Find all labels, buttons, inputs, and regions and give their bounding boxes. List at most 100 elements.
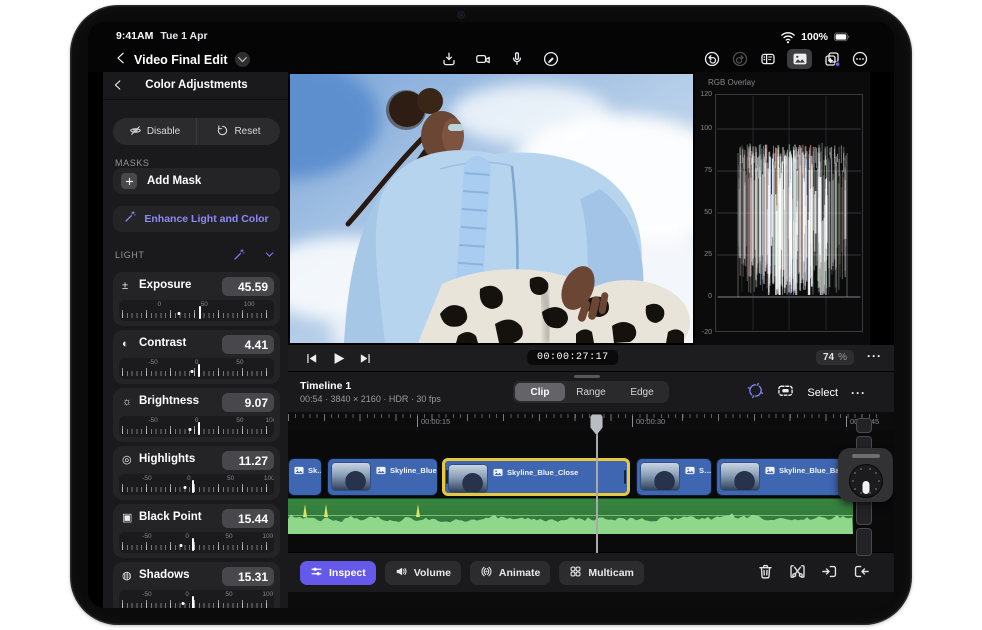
slider-value[interactable]: 4.41 (222, 335, 274, 354)
slider-ruler-brightness[interactable]: -50050100 (119, 416, 274, 437)
delete-icon[interactable] (757, 563, 774, 585)
blade-icon[interactable] (789, 563, 806, 585)
skip-back-button[interactable] (304, 351, 319, 366)
animate-button[interactable]: Animate (470, 561, 550, 585)
pencil-icon[interactable] (542, 50, 559, 67)
ruler-label: 00:00:30 (632, 416, 665, 427)
ruler-tick-label: 100 (264, 475, 274, 482)
slider-value[interactable]: 45.59 (222, 277, 274, 296)
slider-name: Shadows (139, 569, 189, 581)
multicam-button[interactable]: Multicam (559, 561, 644, 585)
overwrite-icon[interactable] (853, 563, 870, 585)
highlights-icon: ◎ (122, 454, 132, 466)
clip-overview-icon[interactable] (777, 382, 794, 404)
timeline-ruler[interactable]: 00:00:1500:00:3000:00:45 (288, 412, 888, 430)
timeline-resize-handle[interactable] (574, 375, 600, 378)
slider-value[interactable]: 15.44 (222, 509, 274, 528)
slider-ruler-shadows[interactable]: -50050100 (119, 590, 274, 608)
back-button[interactable] (114, 51, 128, 67)
scrollbar-segment[interactable] (856, 528, 872, 556)
project-title-label: Video Final Edit (134, 53, 228, 67)
ruler-tick-label: 100 (262, 591, 273, 598)
mode-clip[interactable]: Clip (515, 383, 565, 401)
light-auto-wand-icon[interactable] (233, 248, 246, 266)
slider-ruler-highlights[interactable]: -50050100 (119, 474, 274, 495)
play-button[interactable] (330, 350, 347, 367)
clip-skyline-blue-backgrou[interactable]: Skyline_Blue_Backgrou (716, 458, 852, 496)
default-marker (178, 312, 181, 315)
mode-range[interactable]: Range (566, 383, 616, 401)
skip-forward-button[interactable] (358, 351, 373, 366)
color-adjustments-panel[interactable]: Color Adjustments Disable Reset MASKS Ad… (103, 72, 290, 608)
timeline-more-button[interactable]: ··· (851, 386, 866, 400)
wifi-icon (779, 28, 796, 45)
inspect-button[interactable]: Inspect (300, 561, 376, 585)
ipad-device: 9:41AMTue 1 Apr 100% Video Final Edit Co… (70, 5, 912, 625)
redo-icon[interactable] (731, 51, 748, 68)
inspector-icon[interactable] (759, 51, 776, 68)
value-marker (192, 538, 194, 551)
clock: 9:41AMTue 1 Apr (116, 30, 208, 42)
select-button[interactable]: Select (807, 387, 838, 399)
more-icon[interactable] (851, 51, 868, 68)
edit-actions (757, 563, 870, 585)
ruler-major-ticks (288, 414, 882, 421)
slider-value[interactable]: 15.31 (222, 567, 274, 586)
disable-button[interactable]: Disable (113, 118, 197, 145)
viewer-zoom-control[interactable]: 74% (816, 350, 854, 365)
ruler-tick-label: -50 (142, 475, 151, 482)
camera-icon[interactable] (474, 50, 491, 67)
trim-handle-left[interactable] (446, 470, 448, 484)
slider-ruler-contrast[interactable]: -50050 (119, 358, 274, 379)
add-mask-button[interactable]: Add Mask (113, 168, 280, 194)
volume-button[interactable]: Volume (385, 561, 461, 585)
ruler-tick-label: -50 (148, 359, 157, 366)
mic-icon[interactable] (508, 50, 525, 67)
slider-ruler-black-point[interactable]: -50050100 (119, 532, 274, 553)
enhance-light-color-button[interactable]: Enhance Light and Color (113, 206, 280, 232)
timecode-display[interactable]: 00:00:27:17 (527, 350, 619, 365)
project-title[interactable]: Video Final Edit (134, 52, 250, 67)
video-viewer[interactable] (288, 72, 695, 345)
slider-ruler-exposure[interactable]: 050100 (119, 300, 274, 321)
audio-track[interactable] (288, 498, 853, 533)
scrollbar-segment[interactable] (856, 418, 872, 433)
plus-icon (121, 173, 137, 189)
import-icon[interactable] (440, 50, 457, 67)
volume-icon (395, 565, 408, 581)
insert-icon[interactable] (821, 563, 838, 585)
media-icon[interactable] (787, 49, 812, 69)
value-marker (192, 596, 194, 608)
inspect-icon (310, 565, 323, 581)
clip-skyline-blue-close[interactable]: Skyline_Blue_Close (442, 458, 630, 496)
value-marker (192, 480, 194, 493)
effects-icon[interactable] (823, 51, 840, 68)
jog-wheel-panel[interactable] (838, 448, 893, 502)
app-toolbar: Video Final Edit (88, 48, 894, 72)
slider-value[interactable]: 11.27 (222, 451, 274, 470)
clip-s-[interactable]: S… (636, 458, 712, 496)
scope-axis-75: 75 (696, 167, 712, 174)
slider-value[interactable]: 9.07 (222, 393, 274, 412)
scope-axis-120: 120 (696, 91, 712, 98)
mode-edge[interactable]: Edge (617, 383, 667, 401)
timeline-name: Timeline 1 (300, 380, 351, 392)
snapping-toggle-icon[interactable] (747, 382, 764, 404)
undo-icon[interactable] (703, 51, 720, 68)
jog-wheel[interactable] (849, 464, 883, 498)
chevron-down-icon[interactable] (235, 52, 250, 67)
slider-ticks (122, 426, 271, 434)
viewer-more-button[interactable]: ··· (867, 349, 882, 363)
clip-sk-[interactable]: Sk… (288, 458, 322, 496)
rgb-overlay-waveform (715, 94, 863, 332)
clip-thumbnail (449, 465, 487, 492)
value-marker (199, 306, 201, 319)
jog-tick-dot (852, 480, 854, 482)
slider-name: Contrast (139, 337, 186, 349)
light-collapse-chevron-icon[interactable] (263, 248, 276, 266)
capture-toolbar (440, 50, 559, 67)
reset-button[interactable]: Reset (197, 118, 280, 145)
clip-skyline-blue-wide[interactable]: Skyline_Blue_Wide (327, 458, 438, 496)
jog-grip-handle[interactable] (852, 454, 880, 458)
trim-handle-right[interactable] (624, 470, 626, 484)
